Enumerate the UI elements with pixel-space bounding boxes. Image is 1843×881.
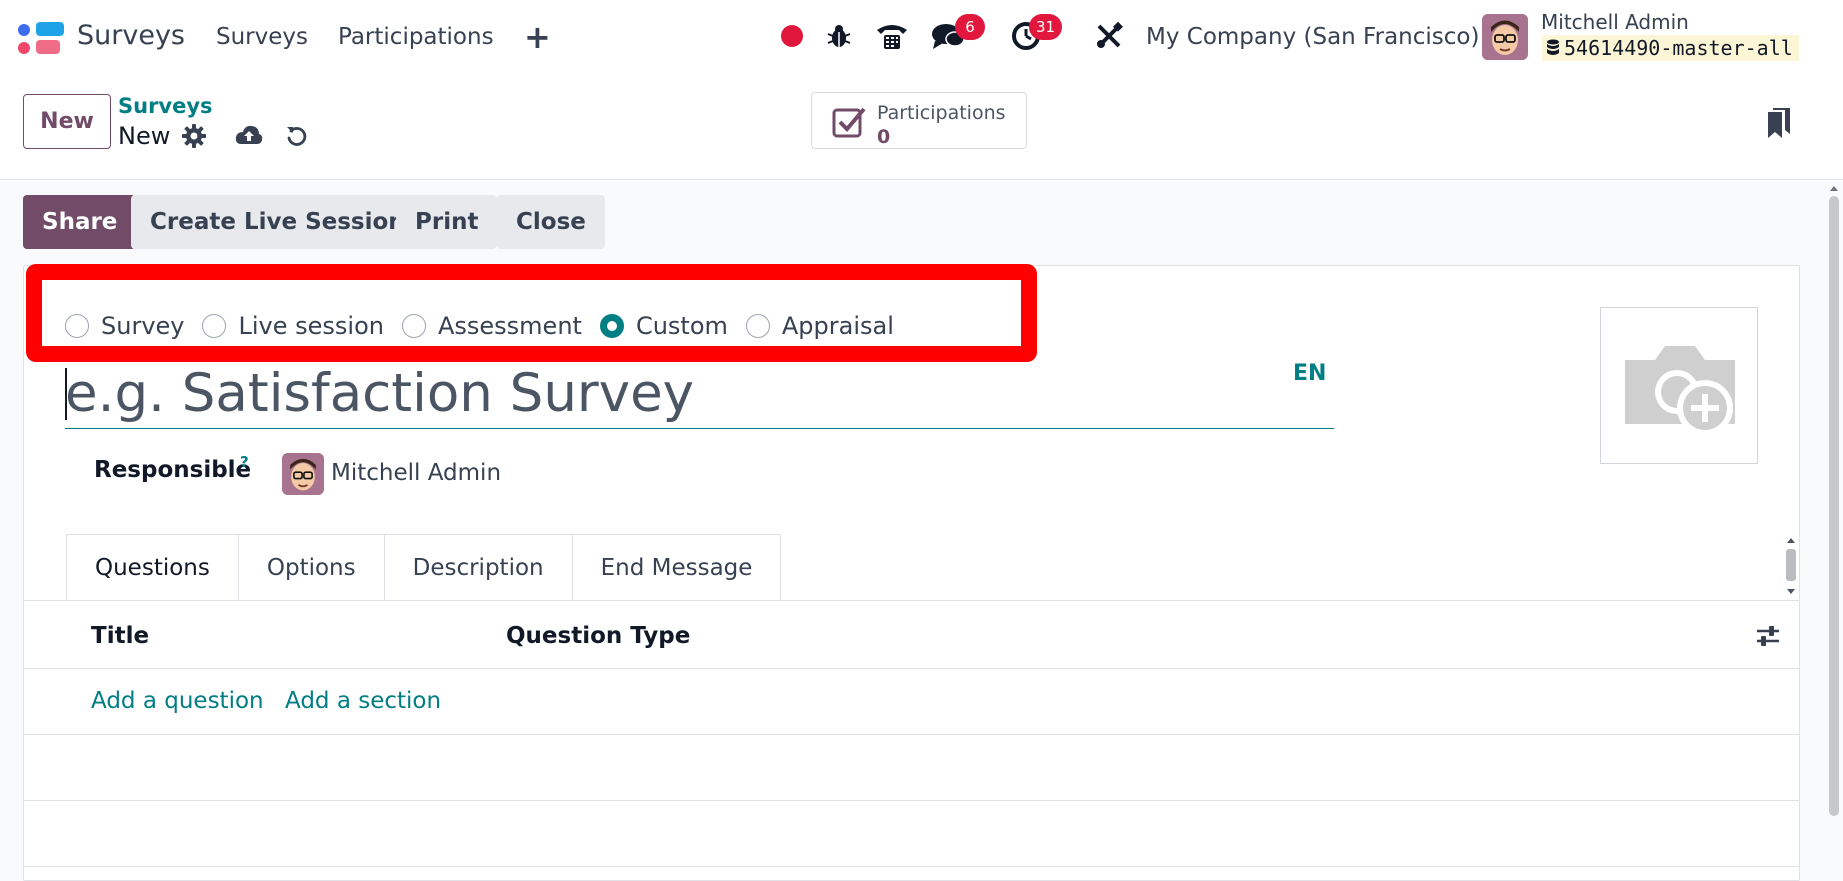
menu-participations[interactable]: Participations: [338, 24, 494, 50]
responsible-field[interactable]: Mitchell Admin: [331, 460, 501, 486]
activities-badge: 31: [1029, 14, 1063, 40]
help-tooltip-icon[interactable]: ?: [240, 453, 249, 471]
table-row: [24, 801, 1799, 867]
database-badge: 54614490-master-all: [1542, 35, 1799, 61]
cloud-upload-icon[interactable]: [235, 124, 263, 150]
company-switcher[interactable]: My Company (San Francisco): [1146, 24, 1479, 50]
tabs-scrollbar[interactable]: [1784, 535, 1798, 597]
page-scrollbar[interactable]: [1824, 181, 1843, 881]
database-icon: [1547, 39, 1559, 55]
record-icon[interactable]: [779, 18, 805, 54]
camera-add-icon: [1625, 346, 1735, 436]
phone-icon[interactable]: [875, 18, 909, 54]
stat-value: 0: [877, 126, 891, 148]
responsible-label: Responsible: [94, 457, 252, 483]
close-button[interactable]: Close: [497, 195, 605, 249]
check-square-icon: [832, 107, 866, 138]
text-cursor: [65, 368, 67, 420]
table-row: [24, 735, 1799, 801]
survey-image-upload[interactable]: [1600, 307, 1758, 464]
tools-icon[interactable]: [1094, 18, 1124, 54]
breadcrumb-current: New: [118, 122, 171, 150]
print-button[interactable]: Print: [396, 195, 498, 249]
add-question-link[interactable]: Add a question: [91, 688, 264, 714]
column-title[interactable]: Title: [91, 623, 149, 649]
questions-table-header: Title Question Type: [24, 601, 1799, 669]
discard-undo-icon[interactable]: [285, 124, 309, 152]
app-name[interactable]: Surveys: [77, 20, 185, 51]
control-panel: New Surveys New Participations 0: [0, 74, 1843, 180]
responsible-avatar: [282, 453, 324, 495]
share-button[interactable]: Share: [23, 195, 137, 249]
participations-stat-button[interactable]: Participations 0: [811, 92, 1027, 149]
add-section-link[interactable]: Add a section: [285, 688, 441, 714]
language-button[interactable]: EN: [1293, 361, 1326, 386]
app-menu-icon[interactable]: [18, 20, 64, 56]
database-name: 54614490-master-all: [1564, 36, 1793, 60]
optional-columns-toggle-icon[interactable]: [1755, 623, 1781, 653]
tab-end-message[interactable]: End Message: [571, 534, 782, 600]
survey-title-input[interactable]: [65, 358, 1334, 429]
column-question-type[interactable]: Question Type: [506, 623, 690, 649]
stat-label: Participations: [877, 102, 1006, 124]
new-button[interactable]: New: [23, 94, 111, 149]
top-navbar: Surveys Surveys Participations + 6 31 My…: [0, 0, 1843, 74]
menu-surveys[interactable]: Surveys: [216, 24, 308, 50]
notebook-tabs: Questions Options Description End Messag…: [66, 534, 782, 600]
quick-create-plus-icon[interactable]: +: [524, 18, 551, 56]
breadcrumb-surveys[interactable]: Surveys: [118, 94, 213, 118]
gear-icon[interactable]: [182, 124, 206, 152]
user-name[interactable]: Mitchell Admin: [1541, 10, 1689, 34]
create-live-session-button[interactable]: Create Live Session: [131, 195, 424, 249]
user-avatar[interactable]: [1482, 14, 1528, 60]
tab-questions[interactable]: Questions: [66, 534, 239, 600]
tab-description[interactable]: Description: [383, 534, 573, 600]
bookmark-icon[interactable]: [1766, 106, 1792, 144]
scrollbar-thumb[interactable]: [1829, 196, 1839, 816]
annotation-highlight-box: [26, 264, 1037, 362]
bug-icon[interactable]: [825, 18, 853, 54]
tab-options[interactable]: Options: [237, 534, 385, 600]
messages-badge: 6: [955, 14, 985, 40]
